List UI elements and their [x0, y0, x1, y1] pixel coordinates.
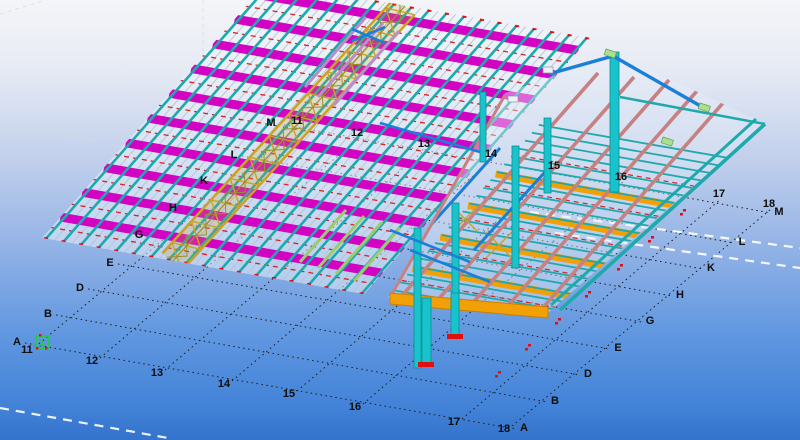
model-view-3d[interactable]: 11 11 12 12 13 13 14 14 15 15 16 16 17 17 18 18 A A B B D D E E…	[0, 0, 800, 440]
grid-label: 17	[448, 416, 460, 428]
grid-label: 18	[498, 423, 510, 435]
steel-column	[422, 298, 431, 366]
grid-label: G	[135, 229, 144, 241]
grid-label: 15	[283, 388, 295, 400]
grid-label: G	[646, 315, 655, 327]
grid-label: 15	[548, 160, 560, 172]
grid-label: E	[614, 342, 621, 354]
connection-detail	[508, 96, 518, 102]
cad-viewport[interactable]: 11 11 12 12 13 13 14 14 15 15 16 16 17 17 18 18 A A B B D D E E…	[0, 0, 800, 440]
grid-label: K	[707, 262, 715, 274]
connection-detail	[543, 67, 553, 73]
grid-label: 17	[713, 188, 725, 200]
grid-label: H	[676, 289, 684, 301]
grid-label: L	[739, 236, 746, 248]
grid-label: K	[200, 175, 208, 187]
steel-column	[414, 228, 421, 368]
grid-label: D	[584, 368, 592, 380]
steel-column	[512, 146, 519, 268]
grid-label: 18	[763, 198, 775, 210]
grid-label: 12	[351, 127, 363, 139]
grid-label: 13	[151, 367, 163, 379]
grid-label: H	[169, 202, 177, 214]
grid-label: 11	[291, 115, 303, 127]
grid-label: B	[551, 395, 559, 407]
grid-label: A	[13, 336, 21, 348]
grid-label: M	[266, 117, 275, 129]
grid-label: L	[231, 149, 238, 161]
grid-label: 12	[86, 355, 98, 367]
grid-label: 13	[418, 138, 430, 150]
grid-label: 16	[349, 401, 361, 413]
grid-label: 16	[615, 171, 627, 183]
grid-label: 14	[218, 378, 231, 390]
steel-column	[544, 118, 551, 193]
grid-label: E	[106, 257, 113, 269]
steel-column	[451, 293, 459, 338]
grid-label: 14	[485, 148, 498, 160]
grid-label: A	[520, 422, 528, 434]
grid-label: B	[44, 308, 52, 320]
grid-label: D	[76, 282, 84, 294]
grid-label: 11	[21, 344, 33, 356]
grid-label: M	[774, 206, 783, 218]
